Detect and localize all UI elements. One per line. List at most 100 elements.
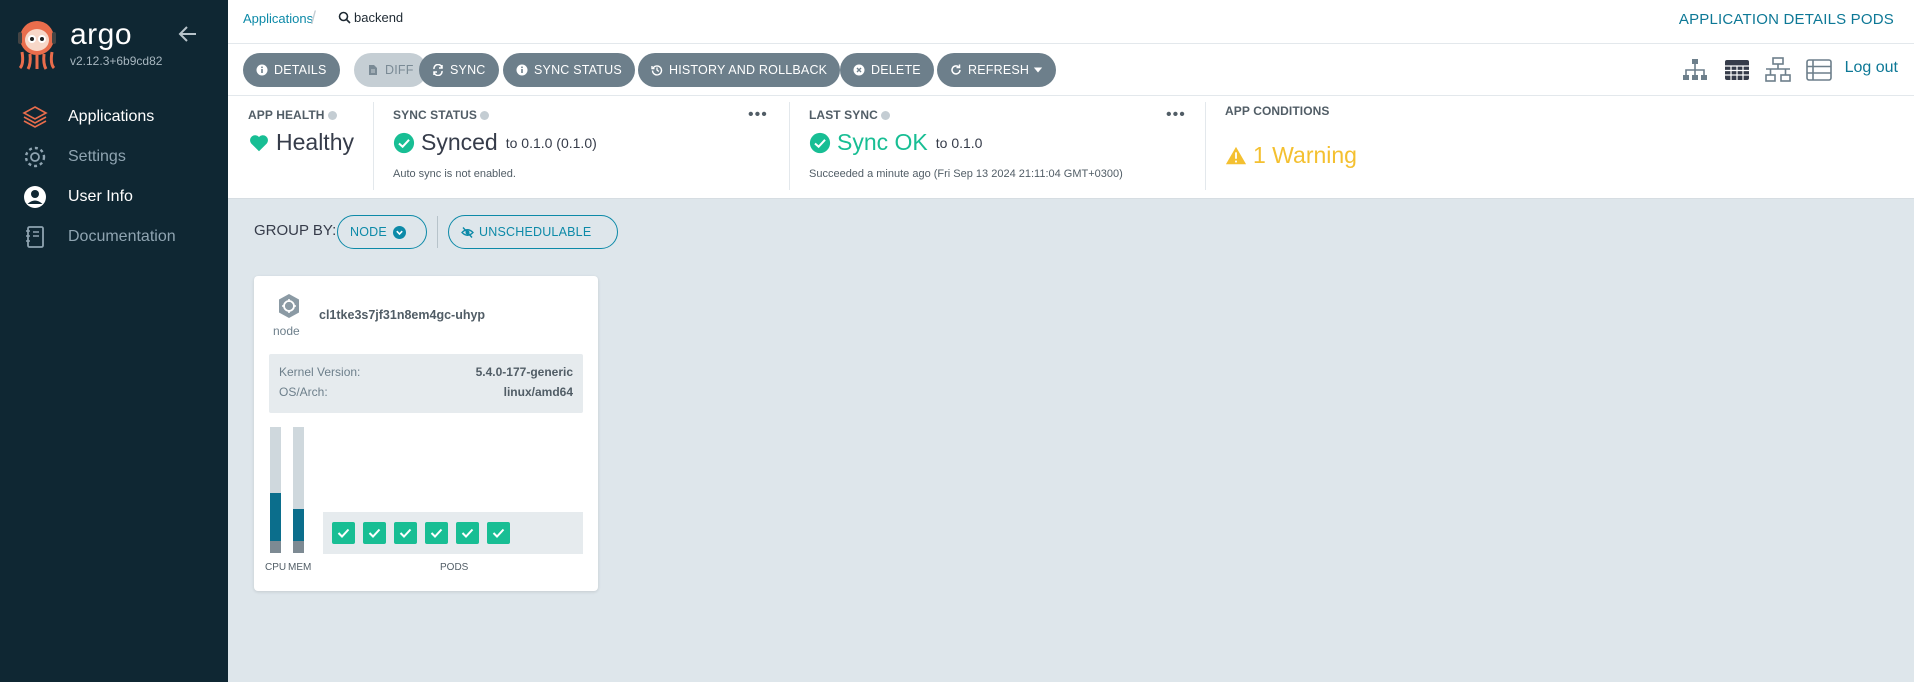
sync-status-button-label: SYNC STATUS [534,63,622,77]
sidebar-item-label: Settings [68,148,126,165]
breadcrumb-search[interactable]: backend [338,10,403,25]
pod-5[interactable] [456,522,479,544]
unschedulable-button[interactable]: UNSCHEDULABLE [448,215,618,249]
pods-grid-view-icon[interactable] [1723,56,1751,84]
node-card[interactable]: node cl1tke3s7jf31n8em4gc-uhyp Kernel Ve… [254,276,598,591]
sync-status-button[interactable]: SYNC STATUS [503,53,635,87]
sync-button-label: SYNC [450,63,486,77]
app-health-title-text: APP HEALTH [248,108,325,122]
last-sync-note: Succeeded a minute ago (Fri Sep 13 2024 … [809,168,1123,180]
pod-3[interactable] [394,522,417,544]
help-icon[interactable] [480,110,489,120]
sidebar-item-applications[interactable]: Applications [0,97,228,137]
history-rollback-button[interactable]: HISTORY AND ROLLBACK [638,53,841,87]
diff-button-label: DIFF [385,63,414,77]
refresh-icon [951,64,961,75]
last-sync-value: Sync OK to 0.1.0 [809,129,982,156]
sync-button[interactable]: SYNC [419,53,499,87]
gear-icon [24,146,46,168]
app-conditions-value[interactable]: 1 Warning [1225,142,1357,169]
heart-icon [250,134,268,151]
refresh-button-label: REFRESH [968,63,1030,77]
file-icon [369,65,377,75]
group-by-divider [437,216,438,248]
app-health-value: Healthy [248,129,354,156]
mem-usage-base [293,541,304,553]
node-type-label: node [273,324,300,338]
check-icon [430,528,443,538]
history-rollback-button-label: HISTORY AND ROLLBACK [669,63,828,77]
details-button-label: DETAILS [274,63,327,77]
check-circle-icon [393,132,415,153]
kernel-version-row: Kernel Version: 5.4.0-177-generic [279,365,573,379]
sync-status-more-icon[interactable]: ••• [748,106,768,124]
details-button[interactable]: DETAILS [243,53,340,87]
pod-6[interactable] [487,522,510,544]
brand-name: argo [70,18,133,51]
info-icon [256,64,268,76]
pod-1[interactable] [332,522,355,544]
history-icon [651,65,663,76]
sidebar-nav: Applications Settings User Info Document… [0,97,228,257]
kubernetes-node-icon [279,294,299,318]
check-icon [461,528,474,538]
logout-link[interactable]: Log out [1845,59,1898,77]
diff-button[interactable]: DIFF [354,53,427,87]
app-conditions-title: APP CONDITIONS [1225,104,1330,118]
book-icon [26,226,44,248]
delete-button-label: DELETE [871,63,921,77]
top-bar: Applications / backend APPLICATION DETAI… [228,0,1914,44]
os-arch-value: linux/amd64 [503,385,573,399]
auto-sync-note: Auto sync is not enabled. [393,168,516,180]
check-icon [337,528,350,538]
help-icon[interactable] [327,110,337,120]
delete-button[interactable]: DELETE [840,53,934,87]
network-view-icon[interactable] [1764,56,1792,84]
kernel-version-label: Kernel Version: [279,365,361,379]
help-icon[interactable] [880,110,890,120]
arrow-left-icon[interactable] [176,22,200,46]
sidebar-item-user-info[interactable]: User Info [0,177,228,217]
cpu-usage-base [270,541,281,553]
section-divider [373,102,374,190]
app-health-text: Healthy [276,129,354,155]
unschedulable-label: UNSCHEDULABLE [479,225,592,239]
chevron-down-circle-icon [392,225,406,239]
pod-4[interactable] [425,522,448,544]
eye-slash-icon [461,226,474,238]
node-name: cl1tke3s7jf31n8em4gc-uhyp [319,308,486,322]
delete-icon [853,64,865,76]
last-sync-title-text: LAST SYNC [809,108,878,122]
cpu-usage-bar [270,427,281,553]
sidebar-item-label: Documentation [68,228,176,245]
last-sync-more-icon[interactable]: ••• [1166,106,1186,124]
sync-status-value: Synced to 0.1.0 (0.1.0) [393,129,597,156]
node-info-box: Kernel Version: 5.4.0-177-generic OS/Arc… [269,354,583,413]
layers-icon [22,106,48,128]
os-arch-label: OS/Arch: [279,385,328,399]
list-view-icon[interactable] [1805,56,1833,84]
refresh-button[interactable]: REFRESH [937,53,1057,87]
sidebar-item-label: User Info [68,188,133,205]
breadcrumb-applications-link[interactable]: Applications [243,11,313,26]
breadcrumb-separator: / [311,8,317,28]
os-arch-row: OS/Arch: linux/amd64 [279,385,573,399]
info-icon [516,64,528,76]
sidebar-item-documentation[interactable]: Documentation [0,217,228,257]
mem-label: MEM [288,562,312,573]
app-conditions-text: 1 Warning [1253,142,1357,168]
sync-status-text: Synced [421,129,498,155]
argo-logo-icon [18,21,56,70]
cpu-usage-fill [270,493,281,541]
tree-view-icon[interactable] [1681,56,1709,84]
pods-container [323,512,583,554]
check-icon [368,528,381,538]
sync-status-revision: to 0.1.0 (0.1.0) [505,134,597,151]
sidebar-item-settings[interactable]: Settings [0,137,228,177]
pod-2[interactable] [363,522,386,544]
sync-status-title-text: SYNC STATUS [393,108,477,122]
warning-icon [1225,146,1247,164]
group-by-node-button[interactable]: NODE [337,215,427,249]
mem-usage-bar [293,427,304,553]
kernel-version-value: 5.4.0-177-generic [475,365,573,379]
